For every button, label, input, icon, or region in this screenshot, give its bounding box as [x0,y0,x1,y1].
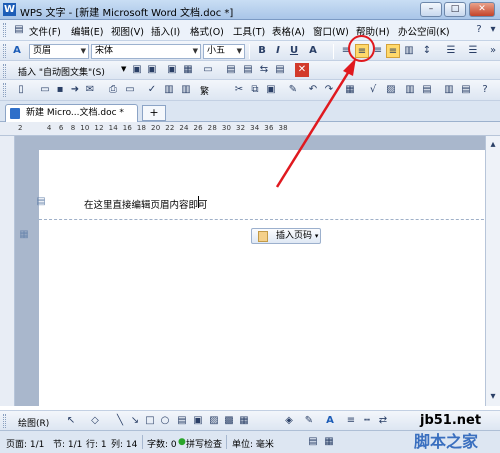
textbox-icon[interactable]: ▤ [175,414,189,428]
dash-style-icon[interactable]: ┅ [360,414,374,428]
select-pointer-icon[interactable]: ↖ [64,414,78,428]
status-spell-check[interactable]: 拼写检查 [186,437,222,450]
arrow-style-icon[interactable]: ⇄ [376,414,390,428]
watermark-site: jb51.net [420,413,482,428]
line-style-icon[interactable]: ≡ [344,414,358,428]
spell-check-dot-icon: ● [178,437,186,447]
ellipse-icon[interactable]: ○ [158,414,172,428]
annotation-arrow [275,58,356,188]
line-icon[interactable]: ╲ [113,414,127,428]
status-unit[interactable]: 单位: 毫米 [232,437,274,450]
draw-menu-button[interactable]: 绘图(R) [18,416,49,429]
clipart-icon[interactable]: ▨ [207,414,221,428]
status-column: 列: 14 [111,440,138,450]
fill-color-icon[interactable]: ◈ [282,414,296,428]
status-word-count[interactable]: 字数: 0 [147,437,177,450]
status-line: 行: 1 [86,440,107,450]
toolbar-grip [3,414,6,428]
separator [142,435,143,449]
font-color-icon[interactable]: A [323,414,337,428]
line-color-icon[interactable]: ✎ [302,414,316,428]
status-page: 页面: 1/1 [6,440,45,450]
picture-icon[interactable]: ▩ [222,414,236,428]
arrow-icon[interactable]: ↘ [128,414,142,428]
wordart-icon[interactable]: ▣ [191,414,205,428]
watermark-name: 脚本之家 [414,432,479,451]
separator [226,435,227,449]
diagram-icon[interactable]: ▦ [237,414,251,428]
page-view-icon[interactable]: ▤ [306,435,320,449]
rectangle-icon[interactable]: □ [143,414,157,428]
status-section: 节: 1/1 [53,440,83,450]
outline-view-icon[interactable]: ▦ [322,435,336,449]
autoshapes-icon[interactable]: ◇ [88,414,102,428]
